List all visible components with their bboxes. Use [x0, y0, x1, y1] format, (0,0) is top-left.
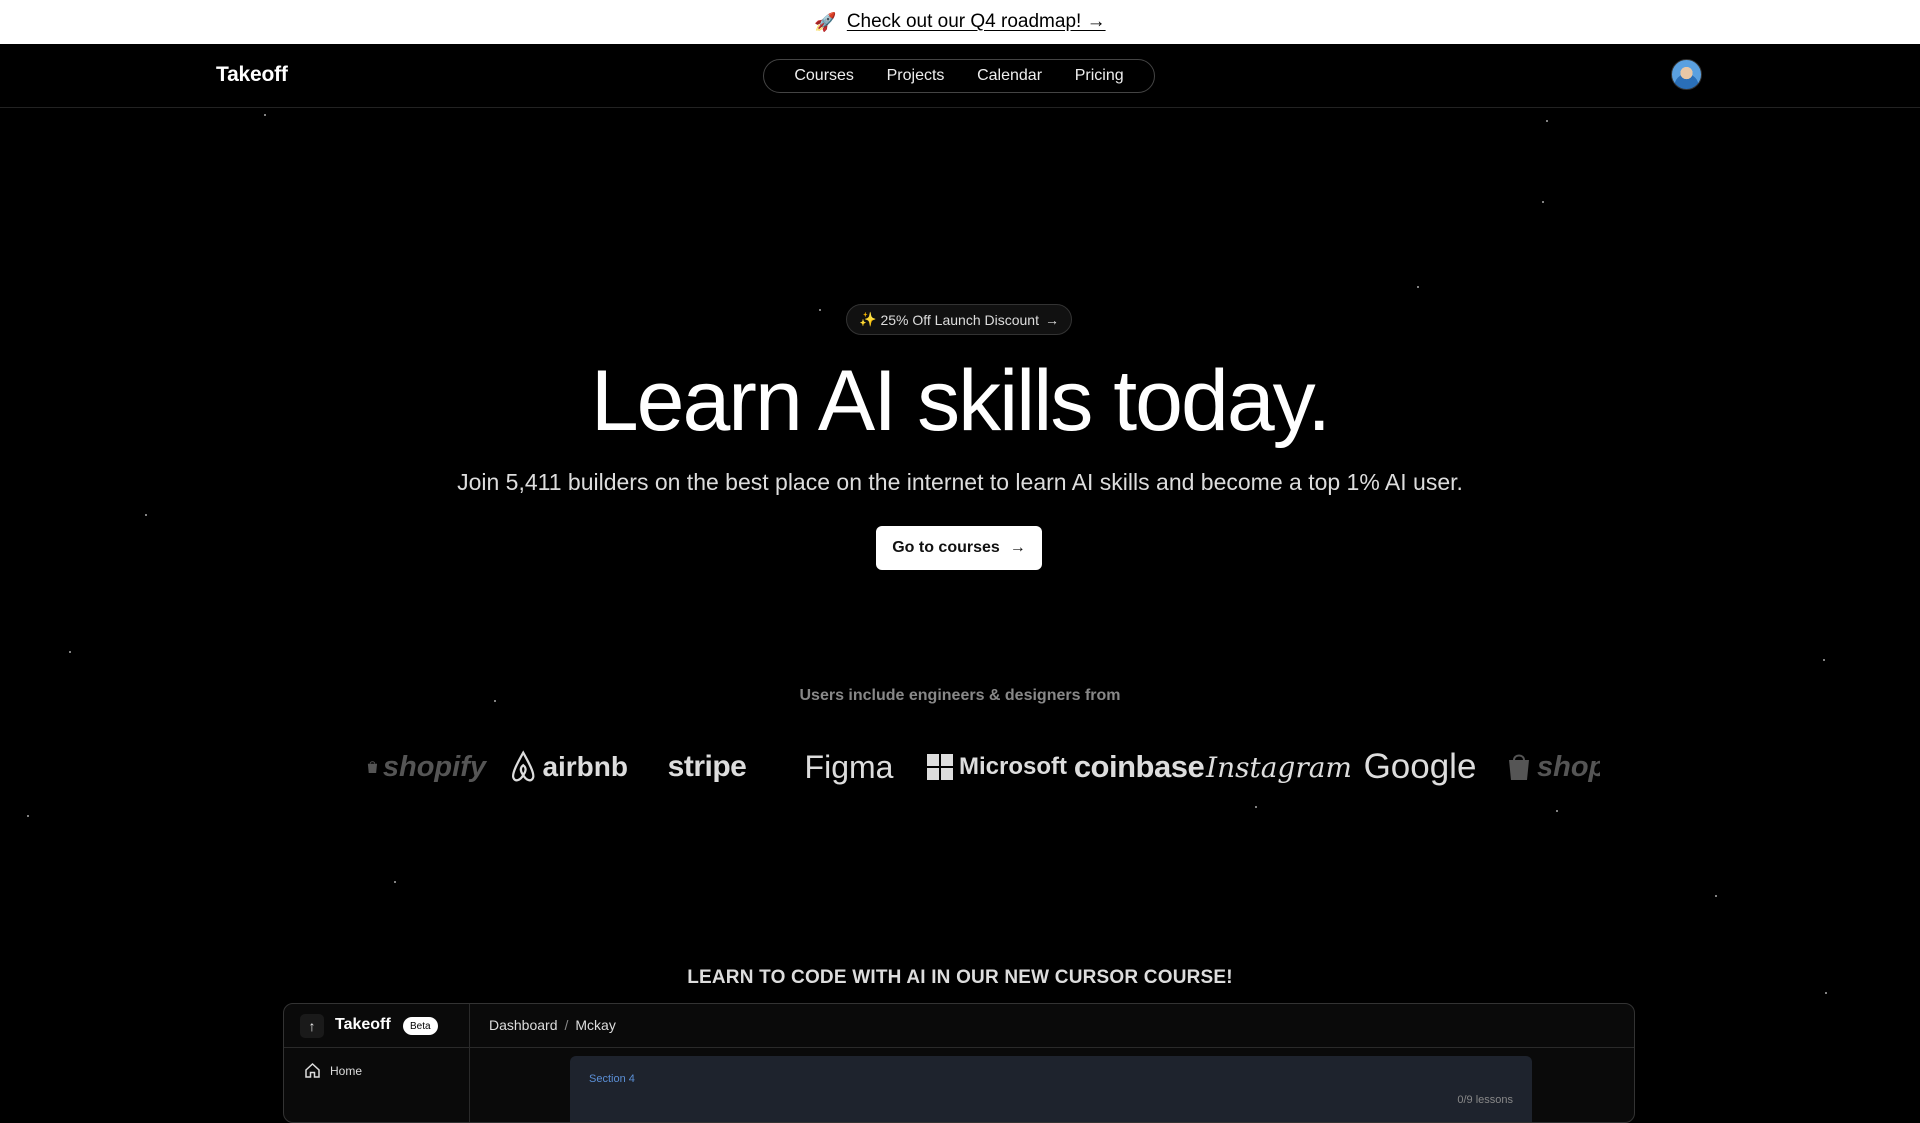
- company-logo-strip: shopify airbnb stripe Figma Microsoft co…: [300, 738, 1600, 796]
- star-decoration: [1542, 201, 1544, 203]
- sidebar-item-home[interactable]: Home: [304, 1062, 362, 1079]
- stripe-logo: stripe: [667, 750, 747, 783]
- star-decoration: [1546, 120, 1548, 122]
- users-label: Users include engineers & designers from: [799, 687, 1121, 704]
- user-avatar[interactable]: [1671, 59, 1702, 90]
- nav-calendar[interactable]: Calendar: [977, 67, 1042, 85]
- cta-label: Go to courses: [892, 539, 1000, 556]
- lessons-count: 0/9 lessons: [1457, 1094, 1513, 1106]
- star-decoration: [819, 309, 821, 311]
- site-header: Takeoff Courses Projects Calendar Pricin…: [0, 44, 1920, 108]
- star-decoration: [27, 815, 29, 817]
- star-decoration: [1417, 286, 1419, 288]
- preview-brand: Takeoff: [335, 1016, 391, 1033]
- star-decoration: [69, 651, 71, 653]
- course-title: LEARN TO CODE WITH AI IN OUR NEW CURSOR …: [687, 967, 1233, 988]
- main-nav: Courses Projects Calendar Pricing: [763, 59, 1155, 93]
- shopify-logo: shopify: [366, 738, 486, 796]
- google-logo: Google: [1363, 747, 1477, 786]
- arrow-up-icon: ↑: [300, 1014, 324, 1038]
- sparkle-icon: ✨: [859, 311, 877, 327]
- section-card[interactable]: Section 4 0/9 lessons: [570, 1056, 1532, 1122]
- nav-courses[interactable]: Courses: [794, 67, 854, 85]
- arrow-right-icon: →: [1044, 311, 1059, 328]
- figma-logo: Figma: [804, 748, 894, 785]
- star-decoration: [145, 514, 147, 516]
- star-decoration: [1715, 895, 1717, 897]
- nav-projects[interactable]: Projects: [887, 67, 945, 85]
- announcement-bar: 🚀 Check out our Q4 roadmap! →: [0, 0, 1920, 44]
- hero-headline: Learn AI skills today.: [590, 353, 1331, 449]
- coinbase-logo: coinbase: [1073, 749, 1205, 784]
- section-label: Section 4: [589, 1073, 635, 1085]
- go-to-courses-button[interactable]: Go to courses →: [876, 526, 1042, 570]
- breadcrumb: Dashboard / Mckay: [489, 1017, 616, 1033]
- app-preview: ↑ Takeoff Beta Dashboard / Mckay Home Sect…: [283, 1003, 1635, 1123]
- preview-topbar: [284, 1004, 1634, 1048]
- rocket-icon: 🚀: [814, 11, 837, 32]
- shopify-logo: shop: [1505, 738, 1600, 796]
- arrow-right-icon: →: [1009, 539, 1026, 556]
- home-icon: [305, 1062, 320, 1078]
- discount-pill[interactable]: ✨ 25% Off Launch Discount →: [846, 304, 1072, 335]
- instagram-logo: Instagram: [1206, 750, 1352, 784]
- star-decoration: [394, 881, 396, 883]
- sidebar-item-label: Home: [330, 1063, 363, 1078]
- star-decoration: [1556, 810, 1558, 812]
- microsoft-grid-icon: [927, 754, 953, 780]
- brand-logo[interactable]: Takeoff: [216, 63, 288, 87]
- star-decoration: [1825, 992, 1827, 994]
- star-decoration: [1823, 659, 1825, 661]
- discount-text: 25% Off Launch Discount: [880, 311, 1039, 328]
- hero-subline: Join 5,411 builders on the best place on…: [457, 469, 1463, 495]
- microsoft-logo: Microsoft: [927, 738, 1067, 796]
- breadcrumb-mckay[interactable]: Mckay: [575, 1017, 615, 1033]
- star-decoration: [1255, 806, 1257, 808]
- star-decoration: [264, 114, 266, 116]
- roadmap-link[interactable]: Check out our Q4 roadmap! →: [847, 11, 1106, 33]
- beta-badge: Beta: [403, 1017, 438, 1035]
- breadcrumb-dashboard[interactable]: Dashboard: [489, 1017, 558, 1033]
- nav-pricing[interactable]: Pricing: [1075, 67, 1124, 85]
- airbnb-logo: airbnb: [508, 738, 628, 796]
